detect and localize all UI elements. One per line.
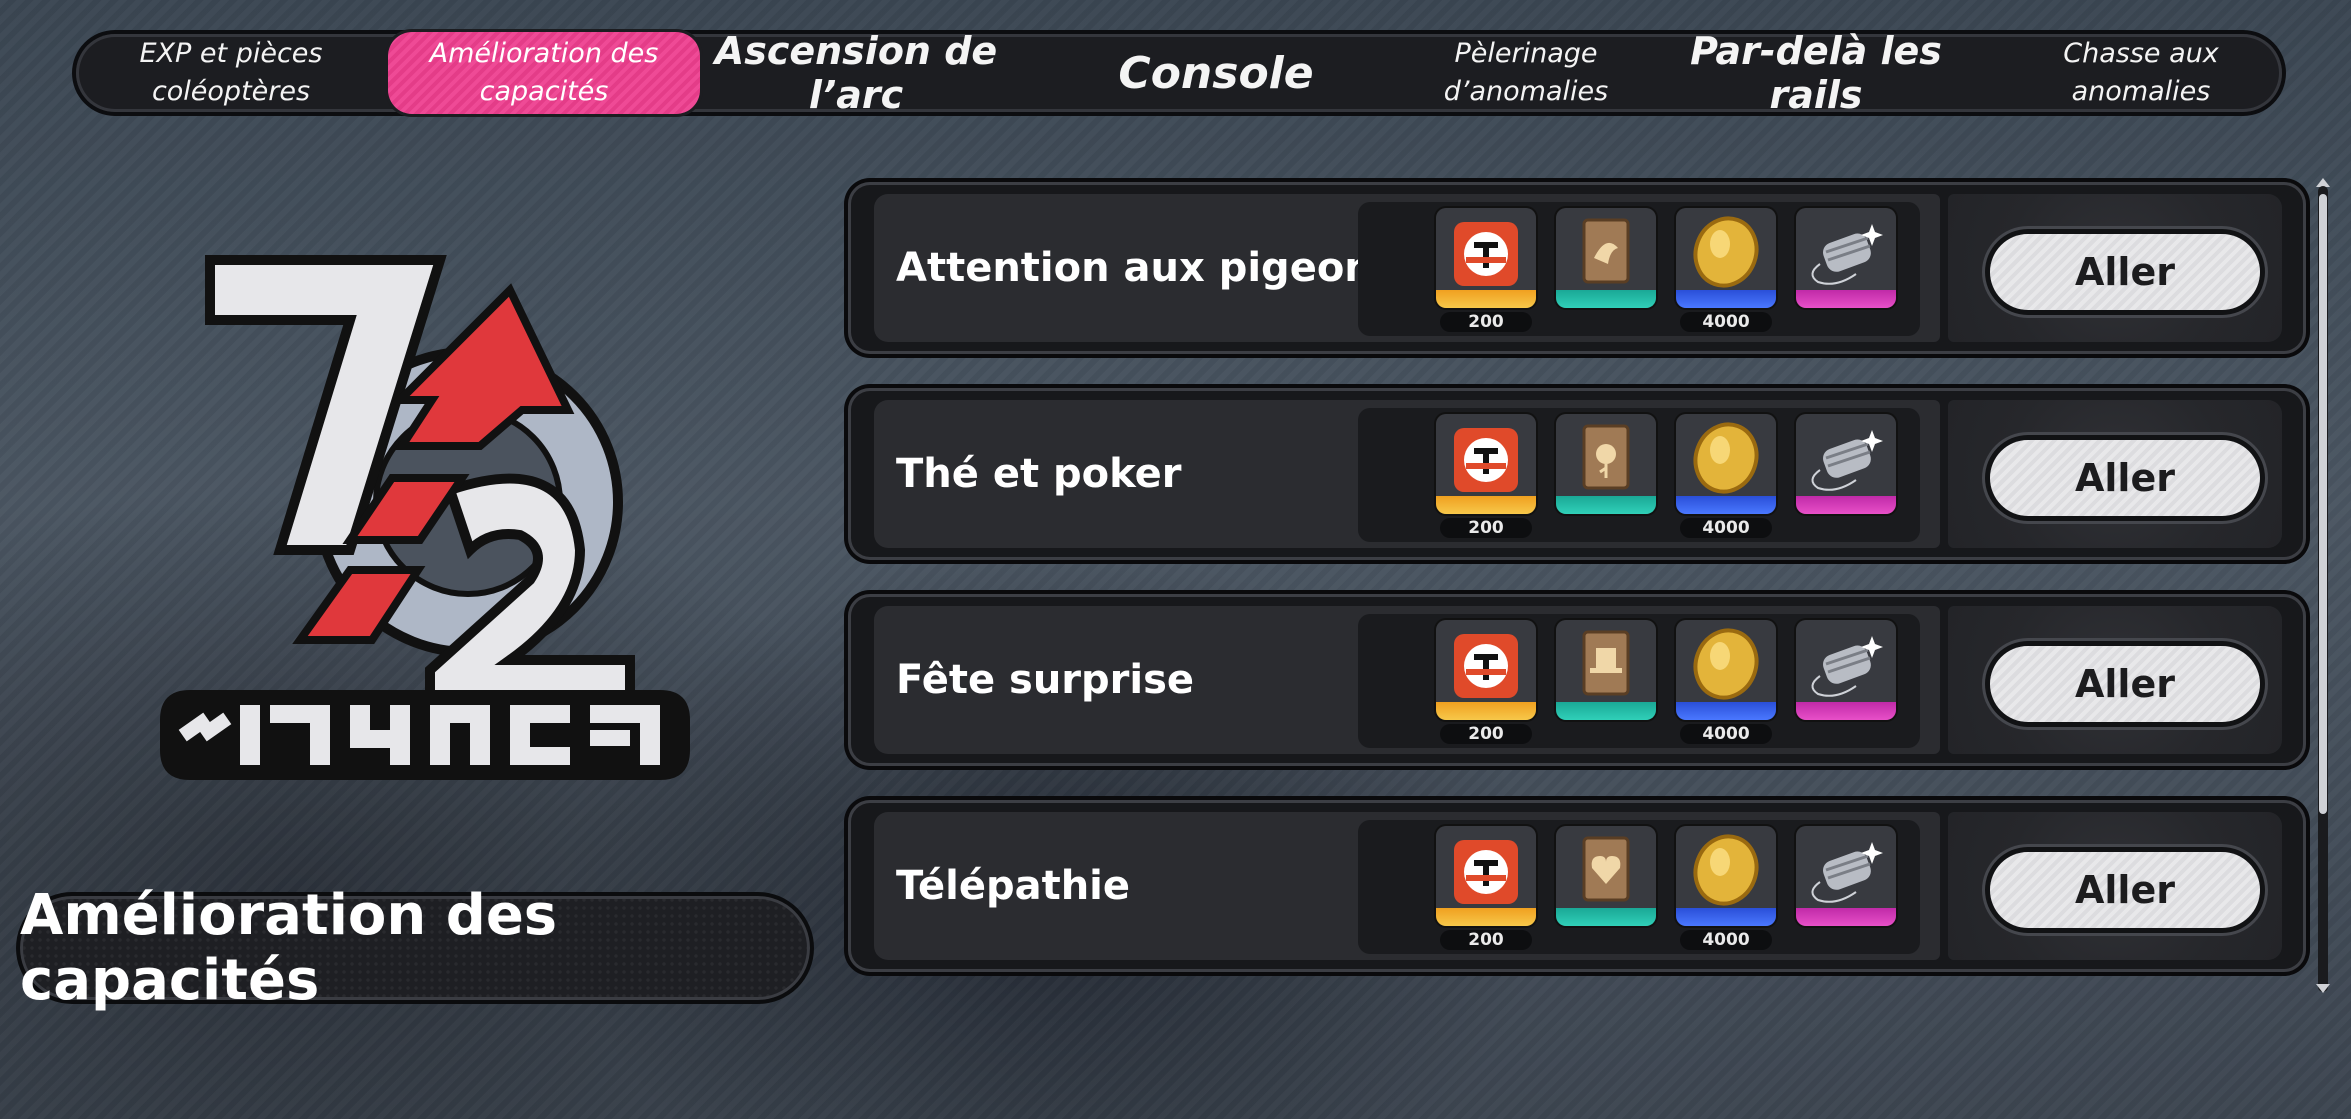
rose-card-icon[interactable]: [1556, 414, 1656, 514]
stage-row: Thé et poker 200 4000 Aller: [848, 388, 2306, 560]
gold-coin-icon[interactable]: [1676, 826, 1776, 926]
reward-list: 200 4000: [1358, 202, 1920, 336]
thread-spool-icon[interactable]: [1796, 826, 1896, 926]
reward-quantity: 200: [1440, 518, 1532, 538]
stage-title: Attention aux pigeons: [896, 245, 1397, 291]
stage-info: Thé et poker 200 4000: [874, 400, 1940, 548]
reward-quantity: 4000: [1680, 724, 1772, 744]
reward-quantity: 200: [1440, 930, 1532, 950]
go-button[interactable]: Aller: [1990, 234, 2260, 310]
event-logo: [150, 250, 710, 810]
gold-coin-icon[interactable]: [1676, 620, 1776, 720]
reward-list: 200 4000: [1358, 614, 1920, 748]
reward-quantity: 4000: [1680, 930, 1772, 950]
reward-quantity: 200: [1440, 724, 1532, 744]
tab-anomaly-pilgrimage[interactable]: Pèlerinage d’anomalies: [1396, 34, 1656, 112]
stage-row: Attention aux pigeons 200 4000 Aller: [848, 182, 2306, 354]
tab-anomaly-hunt[interactable]: Chasse aux anomalies: [2026, 34, 2256, 112]
stage-action: Aller: [1948, 400, 2282, 548]
stage-info: Télépathie 200 4000: [874, 812, 1940, 960]
bird-card-icon[interactable]: [1556, 208, 1656, 308]
gold-coin-icon[interactable]: [1676, 208, 1776, 308]
reward-list: 200 4000: [1358, 408, 1920, 542]
reward-list: 200 4000: [1358, 820, 1920, 954]
tab-bow-ascension[interactable]: Ascension de l’arc: [706, 29, 1006, 117]
stage-row: Fête surprise 200 4000 Aller: [848, 594, 2306, 766]
stage-row: Télépathie 200 4000 Aller: [848, 800, 2306, 972]
stage-title: Thé et poker: [896, 451, 1182, 497]
tab-ability-upgrade[interactable]: Amélioration des capacités: [388, 32, 700, 114]
hunter-token-icon[interactable]: [1436, 826, 1536, 926]
heart-card-icon[interactable]: [1556, 826, 1656, 926]
hat-card-icon[interactable]: [1556, 620, 1656, 720]
tab-console[interactable]: Console: [1066, 34, 1366, 112]
category-tab-bar: EXP et pièces coléoptères Amélioration d…: [76, 29, 2282, 117]
hunter-token-icon[interactable]: [1436, 208, 1536, 308]
tab-beyond-the-rails[interactable]: Par-delà les rails: [1656, 29, 1976, 117]
hunter-token-icon[interactable]: [1436, 620, 1536, 720]
list-scrollbar[interactable]: [2318, 186, 2328, 992]
stage-info: Attention aux pigeons 200 4000: [874, 194, 1940, 342]
scroll-down-arrow-icon[interactable]: [2316, 984, 2330, 993]
stage-title: Télépathie: [896, 863, 1131, 909]
thread-spool-icon[interactable]: [1796, 414, 1896, 514]
reward-quantity: 200: [1440, 312, 1532, 332]
scroll-thumb[interactable]: [2319, 194, 2327, 814]
go-button[interactable]: Aller: [1990, 440, 2260, 516]
go-button[interactable]: Aller: [1990, 852, 2260, 928]
stage-info: Fête surprise 200 4000: [874, 606, 1940, 754]
thread-spool-icon[interactable]: [1796, 208, 1896, 308]
stage-action: Aller: [1948, 194, 2282, 342]
reward-quantity: 4000: [1680, 518, 1772, 538]
hunter-token-icon[interactable]: [1436, 414, 1536, 514]
reward-quantity: 4000: [1680, 312, 1772, 332]
page-title: Amélioration des capacités: [20, 883, 810, 1013]
thread-spool-icon[interactable]: [1796, 620, 1896, 720]
stage-list: Attention aux pigeons 200 4000 Aller Thé…: [848, 182, 2306, 1006]
gold-coin-icon[interactable]: [1676, 414, 1776, 514]
stage-title: Fête surprise: [896, 657, 1195, 703]
stage-action: Aller: [1948, 606, 2282, 754]
tab-exp-coins[interactable]: EXP et pièces coléoptères: [116, 34, 346, 112]
go-button[interactable]: Aller: [1990, 646, 2260, 722]
stage-action: Aller: [1948, 812, 2282, 960]
